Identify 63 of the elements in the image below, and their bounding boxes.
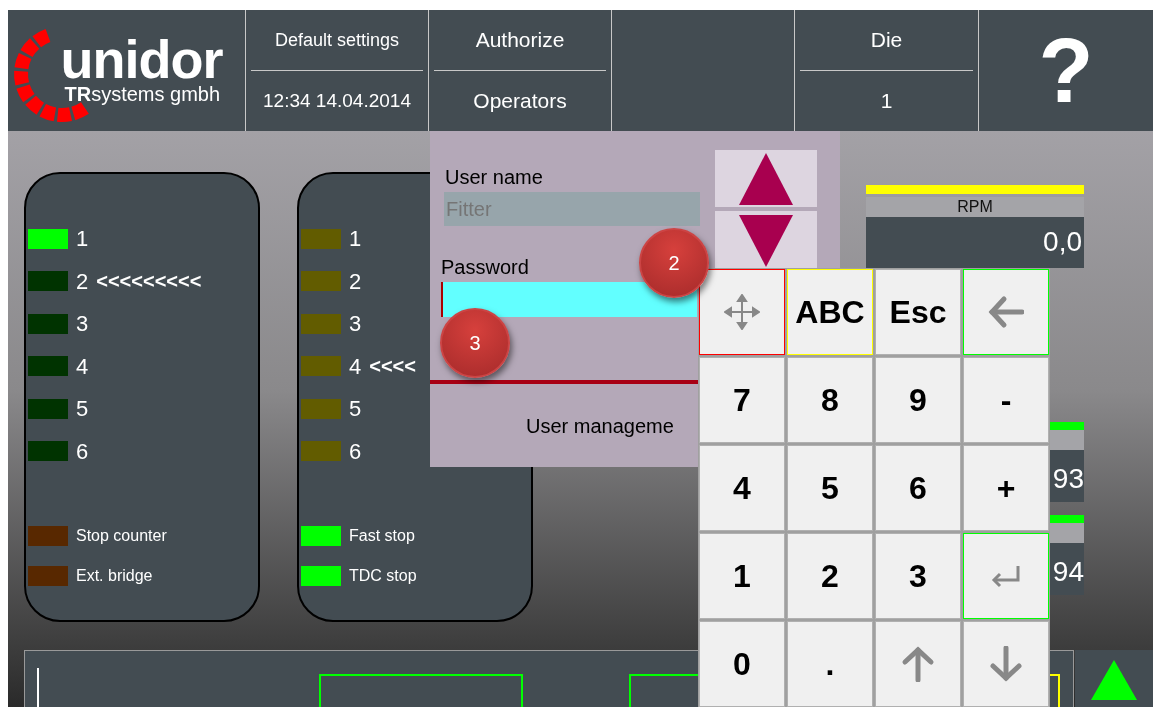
keypad-key[interactable]: 7: [699, 357, 785, 443]
keypad-key[interactable]: 3: [875, 533, 961, 619]
up-triangle-icon: [739, 152, 793, 205]
led-label: 4: [349, 352, 362, 381]
led-label: 3: [349, 310, 362, 338]
keypad-key[interactable]: -: [963, 357, 1049, 443]
down-triangle-icon: [739, 214, 793, 267]
gauge-bar: [1048, 515, 1084, 523]
date-time: 12:34 14.04.2014: [263, 88, 411, 113]
keypad-key[interactable]: 1: [699, 533, 785, 619]
led-label: 6: [349, 437, 362, 466]
keypad-key[interactable]: [699, 269, 785, 355]
text-cursor: [37, 668, 39, 707]
scroll-up-button[interactable]: [1075, 650, 1153, 707]
password-label: Password: [441, 255, 529, 280]
keypad-key[interactable]: +: [963, 445, 1049, 531]
signal-label: TDC stop: [349, 566, 417, 586]
rpm-label: RPM: [866, 197, 1084, 217]
keypad-key[interactable]: 5: [787, 445, 873, 531]
username-label: User name: [445, 165, 543, 190]
led-label: 1: [349, 225, 362, 253]
gauge-value: 93: [1048, 450, 1084, 502]
keypad-key[interactable]: 0: [699, 621, 785, 707]
keypad-key[interactable]: 9: [875, 357, 961, 443]
pointer-marker: <<<<<<<<<: [96, 269, 202, 294]
signal-label: Fast stop: [349, 526, 415, 546]
keypad-key[interactable]: 6: [875, 445, 961, 531]
operators-label[interactable]: Operators: [473, 85, 567, 117]
authorize-label[interactable]: Authorize: [475, 24, 565, 56]
die-value: 1: [880, 88, 893, 115]
led-label: 2: [349, 267, 362, 296]
keypad-key[interactable]: 8: [787, 357, 873, 443]
password-field[interactable]: [441, 282, 697, 317]
gauge-bar: [1048, 422, 1084, 430]
logo-wordmark: unidor: [60, 31, 223, 86]
move-icon: [724, 294, 760, 330]
die-label: Die: [870, 27, 903, 54]
keypad-key[interactable]: ABC: [787, 269, 873, 355]
led-label: 6: [76, 437, 89, 466]
up-triangle-icon: [1089, 658, 1139, 702]
scroll-up-button[interactable]: [715, 150, 817, 207]
keypad-key[interactable]: .: [787, 621, 873, 707]
led-label: 3: [76, 310, 89, 338]
keypad-key[interactable]: [963, 621, 1049, 707]
led-label: 1: [76, 225, 89, 253]
led-label: 4: [76, 352, 89, 381]
rpm-value: 0,0: [866, 217, 1084, 268]
keypad-key[interactable]: Esc: [875, 269, 961, 355]
logo-tagline: TRsystems gmbh: [64, 83, 222, 104]
led-label: 5: [76, 395, 89, 423]
settings-title: Default settings: [274, 28, 400, 52]
signal-label: Ext. bridge: [76, 566, 153, 586]
keypad-key[interactable]: 2: [787, 533, 873, 619]
keypad-key[interactable]: [875, 621, 961, 707]
led-label: 2: [76, 267, 89, 296]
keypad-key[interactable]: 4: [699, 445, 785, 531]
signal-label: Stop counter: [76, 526, 167, 546]
led-label: 5: [349, 395, 362, 423]
user-management-label[interactable]: User manageme: [526, 411, 674, 441]
help-button[interactable]: ?: [1038, 25, 1094, 116]
gauge-value: 94: [1048, 543, 1084, 595]
pointer-marker: <<<<: [369, 354, 416, 379]
scroll-down-button[interactable]: [715, 211, 817, 270]
